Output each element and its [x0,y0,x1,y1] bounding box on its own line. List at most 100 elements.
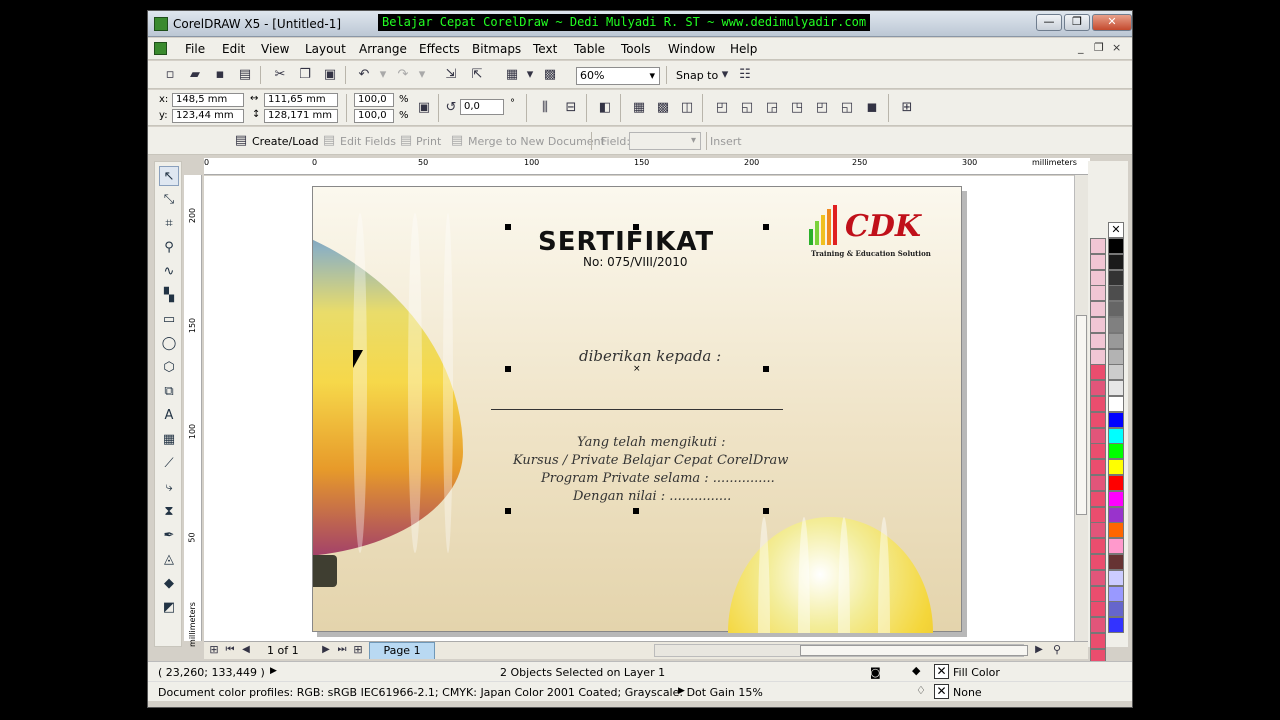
import-icon[interactable]: ⇲ [442,66,460,84]
height-field[interactable]: 128,171 mm [264,109,338,123]
palette-color-swatch[interactable] [1108,443,1124,460]
no-color-swatch[interactable]: ✕ [1108,222,1124,238]
document-palette-swatch[interactable] [1090,585,1106,602]
rotation-angle-field[interactable]: 0,0 [460,99,504,115]
document-palette-swatch[interactable] [1090,522,1106,539]
simplify-icon[interactable]: ◳ [788,99,806,117]
fill-tool-icon[interactable]: ◆ [159,574,179,594]
intersect-icon[interactable]: ◲ [763,99,781,117]
selection-handle[interactable] [505,366,511,372]
cut-icon[interactable]: ✂ [271,66,289,84]
palette-color-swatch[interactable] [1108,301,1124,318]
document-palette-swatch[interactable] [1090,633,1106,649]
back-minus-front-icon[interactable]: ◱ [838,99,856,117]
coreldraw-app-icon[interactable] [154,17,168,31]
open-folder-icon[interactable]: ▰ [186,66,204,84]
menu-text[interactable]: Text [533,42,557,56]
selection-handle[interactable] [633,224,639,230]
menu-window[interactable]: Window [668,42,715,56]
menu-bitmaps[interactable]: Bitmaps [472,42,521,56]
palette-color-swatch[interactable] [1108,238,1124,254]
fill-color-swatch[interactable]: ✕ [934,664,949,679]
snap-dropdown-icon[interactable]: ▾ [716,66,734,84]
merge-to-new-document-button[interactable]: Merge to New Document [468,135,605,148]
palette-color-swatch[interactable] [1108,617,1124,634]
insert-button[interactable]: Insert [710,135,742,148]
close-button[interactable]: ✕ [1092,14,1132,31]
redo-dropdown-icon[interactable]: ▾ [413,66,431,84]
previous-page-icon[interactable]: ◀ [237,642,255,658]
selection-handle[interactable] [763,366,769,372]
palette-color-swatch[interactable] [1108,380,1124,397]
selection-center-marker[interactable]: × [633,365,641,374]
weld-icon[interactable]: ◰ [713,99,731,117]
welcome-screen-icon[interactable]: ▩ [541,66,559,84]
drawing-canvas[interactable]: SERTIFIKAT No: 075/VIII/2010 CDK Trainin… [204,176,1074,641]
palette-color-swatch[interactable] [1108,459,1124,476]
palette-color-swatch[interactable] [1108,522,1124,539]
palette-color-swatch[interactable] [1108,348,1124,365]
document-palette-swatch[interactable] [1090,380,1106,397]
doc-close-button[interactable]: × [1112,41,1121,54]
document-icon[interactable] [154,42,167,55]
paste-icon[interactable]: ▣ [321,66,339,84]
document-palette-swatch[interactable] [1090,459,1106,476]
document-palette-swatch[interactable] [1090,317,1106,333]
profiles-menu-arrow-icon[interactable]: ▶ [678,686,685,696]
undo-icon[interactable]: ↶ [355,66,373,84]
copy-icon[interactable]: ❐ [296,66,314,84]
given-to-text[interactable]: diberikan kepada : [579,347,721,365]
scroll-right-icon[interactable]: ▶ [1030,642,1048,658]
document-palette-swatch[interactable] [1090,475,1106,491]
palette-color-swatch[interactable] [1108,253,1124,270]
certificate-body-line[interactable]: Dengan nilai : ............... [573,489,731,504]
y-position-field[interactable]: 123,44 mm [172,109,244,123]
selection-handle[interactable] [633,508,639,514]
combine-icon[interactable]: ◫ [678,99,696,117]
vertical-scroll-thumb[interactable] [1076,315,1087,515]
document-palette-swatch[interactable] [1090,364,1106,381]
menu-file[interactable]: File [185,42,205,56]
palette-color-swatch[interactable] [1108,332,1124,349]
coords-menu-arrow-icon[interactable]: ▶ [270,666,277,676]
interactive-fill-tool-icon[interactable]: ◩ [159,598,179,618]
certificate-body-line[interactable]: Kursus / Private Belajar Cepat CorelDraw [513,453,788,468]
document-palette-swatch[interactable] [1090,427,1106,444]
scale-x-field[interactable]: 100,0 [354,93,394,107]
zoom-level-select[interactable]: 60% ▾ [576,67,660,85]
document-palette-swatch[interactable] [1090,601,1106,618]
shape-tool-icon[interactable]: ⤡ [159,190,179,210]
options-icon[interactable]: ☷ [736,66,754,84]
document-palette-swatch[interactable] [1090,554,1106,570]
outline-color-swatch[interactable]: ✕ [934,684,949,699]
snap-to-dropdown[interactable]: Snap to [676,69,718,82]
maximize-button[interactable]: ❐ [1064,14,1090,31]
trim-icon[interactable]: ◱ [738,99,756,117]
title-bar[interactable]: CorelDRAW X5 - [Untitled-1] Belajar Cepa… [148,11,1132,37]
align-distribute-icon[interactable]: ⊞ [898,99,916,117]
pick-tool-icon[interactable]: ↖ [159,166,179,186]
dimension-tool-icon[interactable]: ⟋ [159,454,179,474]
export-icon[interactable]: ⇱ [468,66,486,84]
fill-proof-icon[interactable]: ◙ [870,666,881,679]
palette-color-swatch[interactable] [1108,490,1124,507]
palette-color-swatch[interactable] [1108,585,1124,602]
document-palette-swatch[interactable] [1090,617,1106,634]
mirror-horizontal-icon[interactable]: ⫼ [536,99,554,117]
horizontal-scroll-thumb[interactable] [800,645,1028,656]
document-palette-swatch[interactable] [1090,269,1106,286]
palette-color-swatch[interactable] [1108,396,1124,412]
edit-fields-button[interactable]: Edit Fields [340,135,396,148]
menu-arrange[interactable]: Arrange [359,42,407,56]
document-palette-swatch[interactable] [1090,490,1106,507]
launcher-dropdown-icon[interactable]: ▾ [521,66,539,84]
document-palette-swatch[interactable] [1090,411,1106,428]
document-palette-swatch[interactable] [1090,396,1106,412]
horizontal-scrollbar[interactable] [654,644,1028,657]
x-position-field[interactable]: 148,5 mm [172,93,244,107]
palette-color-swatch[interactable] [1108,475,1124,491]
selection-handle[interactable] [505,224,511,230]
print-icon[interactable]: ▤ [236,66,254,84]
scale-y-field[interactable]: 100,0 [354,109,394,123]
horizontal-ruler[interactable]: 0 0 50 100 150 200 250 300 millimeters [204,158,1090,175]
